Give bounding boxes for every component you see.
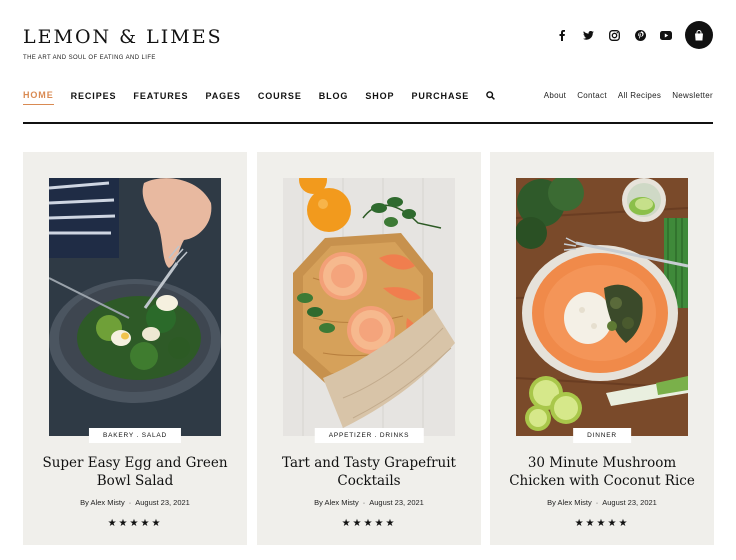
brand: LEMON & LIMES THE ART AND SOUL OF EATING… xyxy=(23,26,223,61)
recipe-meta: By Alex Misty · August 23, 2021 xyxy=(80,498,190,507)
site-tagline: THE ART AND SOUL OF EATING AND LIFE xyxy=(23,55,156,61)
recipe-photo-grapefruit[interactable] xyxy=(283,178,455,436)
pinterest-icon[interactable] xyxy=(627,28,653,42)
recipe-date: August 23, 2021 xyxy=(602,498,657,507)
recipe-card[interactable]: BAKERY . SALAD Super Easy Egg and Green … xyxy=(23,152,247,545)
social-links xyxy=(549,28,679,42)
youtube-icon[interactable] xyxy=(653,28,679,42)
facebook-icon[interactable] xyxy=(549,28,575,42)
nav-item-pages[interactable]: PAGES xyxy=(205,91,240,105)
recipe-date: August 23, 2021 xyxy=(369,498,424,507)
nav-item-shop[interactable]: SHOP xyxy=(365,91,394,105)
nav-item-features[interactable]: FEATURES xyxy=(133,91,188,105)
recipe-author[interactable]: By Alex Misty xyxy=(547,498,592,507)
nav-link-newsletter[interactable]: Newsletter xyxy=(672,91,713,100)
nav-link-about[interactable]: About xyxy=(544,91,566,100)
nav-item-purchase[interactable]: PURCHASE xyxy=(411,91,469,105)
recipe-card[interactable]: APPETIZER . DRINKS Tart and Tasty Grapef… xyxy=(257,152,481,545)
site-logo[interactable]: LEMON & LIMES xyxy=(23,26,223,48)
instagram-icon[interactable] xyxy=(601,28,627,42)
nav-item-recipes[interactable]: RECIPES xyxy=(71,91,117,105)
secondary-navigation: About Contact All Recipes Newsletter xyxy=(533,91,713,100)
recipe-meta: By Alex Misty · August 23, 2021 xyxy=(547,498,657,507)
recipe-author[interactable]: By Alex Misty xyxy=(80,498,125,507)
main-navigation: HOME RECIPES FEATURES PAGES COURSE BLOG … xyxy=(23,90,496,105)
recipe-title[interactable]: Super Easy Egg and Green Bowl Salad xyxy=(37,454,233,490)
search-icon[interactable] xyxy=(486,91,496,104)
recipe-photo-salad-bowl[interactable] xyxy=(49,178,221,436)
star-rating: ★★★★★ xyxy=(107,518,163,529)
category-tag[interactable]: BAKERY . SALAD xyxy=(88,428,182,443)
nav-item-course[interactable]: COURSE xyxy=(258,91,302,105)
category-tag[interactable]: DINNER xyxy=(573,428,631,443)
twitter-icon[interactable] xyxy=(575,28,601,42)
recipe-title[interactable]: 30 Minute Mushroom Chicken with Coconut … xyxy=(504,454,700,490)
nav-item-blog[interactable]: BLOG xyxy=(319,91,349,105)
recipe-date: August 23, 2021 xyxy=(135,498,190,507)
category-tag[interactable]: APPETIZER . DRINKS xyxy=(314,428,424,443)
shopping-bag-icon[interactable] xyxy=(685,21,713,49)
nav-link-contact[interactable]: Contact xyxy=(577,91,607,100)
nav-item-home[interactable]: HOME xyxy=(23,90,54,105)
recipe-author[interactable]: By Alex Misty xyxy=(314,498,359,507)
recipe-photo-mushroom-chicken[interactable] xyxy=(516,178,688,436)
recipe-title[interactable]: Tart and Tasty Grapefruit Cocktails xyxy=(271,454,467,490)
star-rating: ★★★★★ xyxy=(574,518,630,529)
header-divider xyxy=(23,122,713,124)
recipe-card[interactable]: DINNER 30 Minute Mushroom Chicken with C… xyxy=(490,152,714,545)
star-rating: ★★★★★ xyxy=(341,518,397,529)
nav-link-all-recipes[interactable]: All Recipes xyxy=(618,91,661,100)
recipe-meta: By Alex Misty · August 23, 2021 xyxy=(314,498,424,507)
